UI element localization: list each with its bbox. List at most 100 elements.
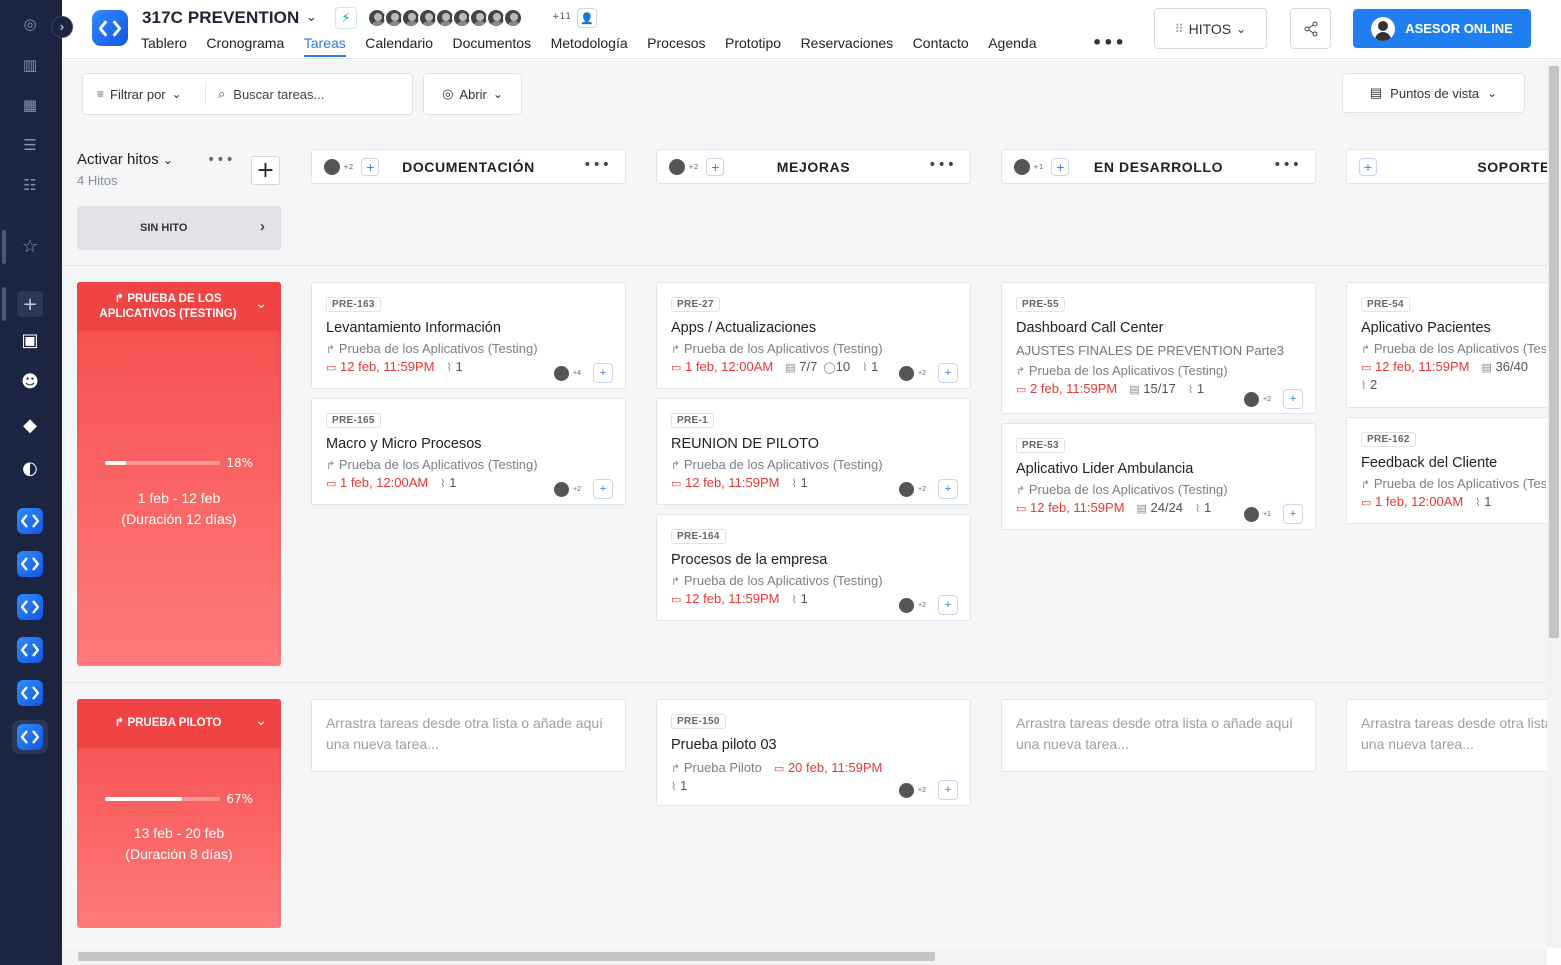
task-id: PRE-150 bbox=[671, 714, 726, 729]
tab-cronograma[interactable]: Cronograma bbox=[206, 35, 284, 57]
tab-calendario[interactable]: Calendario bbox=[365, 35, 433, 57]
team-icon[interactable]: ☻ bbox=[17, 369, 43, 395]
more-icon[interactable]: ••• bbox=[207, 152, 235, 168]
app-logo-icon[interactable] bbox=[17, 551, 43, 577]
column-header[interactable]: +2 + DOCUMENTACIÓN ••• bbox=[311, 149, 626, 184]
tab-documentos[interactable]: Documentos bbox=[453, 35, 532, 57]
avatar bbox=[554, 481, 570, 497]
drop-zone[interactable]: Arrastra tareas desde otra lista o añade… bbox=[1346, 699, 1547, 772]
chevron-down-icon[interactable]: ⌄ bbox=[255, 713, 267, 729]
tab-reservaciones[interactable]: Reservaciones bbox=[801, 35, 894, 57]
assignee-more: +1 bbox=[1263, 510, 1271, 518]
chart-icon[interactable]: ▥ bbox=[17, 52, 43, 78]
app-logo-icon[interactable] bbox=[17, 594, 43, 620]
more-icon[interactable]: ••• bbox=[1273, 157, 1301, 173]
add-user-icon[interactable]: + bbox=[1359, 158, 1377, 176]
add-milestone-button[interactable]: + bbox=[251, 156, 280, 185]
add-user-icon[interactable]: + bbox=[938, 363, 958, 383]
task-card[interactable]: PRE-163 Levantamiento Información ↱ Prue… bbox=[311, 282, 626, 389]
add-user-icon[interactable]: + bbox=[938, 479, 958, 499]
more-icon[interactable]: ••• bbox=[928, 157, 956, 173]
task-assignees[interactable]: +4 + bbox=[554, 363, 613, 383]
add-user-icon[interactable]: + bbox=[593, 479, 613, 499]
tab-tablero[interactable]: Tablero bbox=[141, 35, 187, 57]
drop-zone[interactable]: Arrastra tareas desde otra lista o añade… bbox=[311, 699, 626, 772]
app-logo-icon[interactable] bbox=[17, 724, 43, 750]
task-assignees[interactable]: +2 + bbox=[899, 780, 958, 800]
tab-metodologa[interactable]: Metodología bbox=[551, 35, 628, 57]
task-card[interactable]: PRE-53 Aplicativo Lider Ambulancia ↱ Pru… bbox=[1001, 423, 1316, 530]
compass-icon[interactable]: ◎ bbox=[17, 11, 43, 37]
app-logo-icon[interactable] bbox=[17, 508, 43, 534]
checklist-icon[interactable]: ☷ bbox=[17, 172, 43, 198]
task-card[interactable]: PRE-55 Dashboard Call Center AJUSTES FIN… bbox=[1001, 282, 1316, 414]
task-assignees[interactable]: +1 + bbox=[1244, 504, 1303, 524]
task-assignees[interactable]: +2 + bbox=[899, 595, 958, 615]
team-avatars[interactable] bbox=[367, 8, 523, 28]
calendar-icon[interactable]: ▦ bbox=[17, 92, 43, 118]
app-logo-icon[interactable] bbox=[17, 680, 43, 706]
add-user-icon[interactable]: + bbox=[1283, 504, 1303, 524]
tab-procesos[interactable]: Procesos bbox=[647, 35, 705, 57]
puntos-de-vista-button[interactable]: ▤ Puntos de vista ⌄ bbox=[1342, 73, 1525, 113]
task-card[interactable]: PRE-165 Macro y Micro Procesos ↱ Prueba … bbox=[311, 398, 626, 505]
bolt-icon[interactable]: ⚡ bbox=[335, 7, 357, 29]
search-input[interactable]: ⌕ Buscar tareas... bbox=[206, 86, 324, 102]
tab-agenda[interactable]: Agenda bbox=[988, 35, 1036, 57]
milestone-card[interactable]: ↱ PRUEBA DE LOS APLICATIVOS (TESTING) ⌄ … bbox=[77, 282, 281, 666]
task-assignees[interactable]: +2 + bbox=[899, 479, 958, 499]
git-icon[interactable]: ◆ bbox=[17, 412, 43, 438]
contacts-icon[interactable]: ▣ bbox=[17, 327, 43, 353]
avatar bbox=[1244, 391, 1260, 407]
activar-hitos-toggle[interactable]: Activar hitos ⌄ bbox=[77, 151, 173, 168]
project-title[interactable]: 317C PREVENTION bbox=[142, 8, 299, 28]
task-assignees[interactable]: +2 + bbox=[554, 479, 613, 499]
plus-icon[interactable]: + bbox=[17, 291, 43, 317]
task-card[interactable]: PRE-150 Prueba piloto 03 ↱ Prueba Piloto… bbox=[656, 699, 971, 806]
column-header[interactable]: +1 + EN DESARROLLO ••• bbox=[1001, 149, 1316, 184]
column-members[interactable]: + bbox=[1359, 158, 1377, 176]
more-icon[interactable]: ••• bbox=[1092, 33, 1126, 52]
share-button[interactable] bbox=[1290, 8, 1331, 49]
tab-contacto[interactable]: Contacto bbox=[913, 35, 969, 57]
add-user-icon[interactable]: 👤 bbox=[577, 8, 597, 28]
filter-button[interactable]: ≡ Filtrar por ⌄ bbox=[83, 82, 206, 106]
task-assignees[interactable]: +2 + bbox=[1244, 389, 1303, 409]
drop-zone[interactable]: Arrastra tareas desde otra lista o añade… bbox=[1001, 699, 1316, 772]
chevron-down-icon[interactable]: ⌄ bbox=[255, 296, 267, 312]
tab-tareas[interactable]: Tareas bbox=[303, 35, 346, 57]
task-meta: ⌇ 2 bbox=[1361, 377, 1546, 392]
refresh-icon[interactable]: ◐ bbox=[17, 455, 43, 481]
task-meta: ↱ Prueba Piloto ▭ 20 feb, 11:59PM bbox=[671, 760, 956, 775]
milestone-card[interactable]: ↱ PRUEBA PILOTO ⌄ 67% 13 feb - 20 feb (Du… bbox=[77, 699, 281, 928]
column-header[interactable]: + SOPORTE bbox=[1346, 149, 1547, 184]
collapse-sidebar-button[interactable]: › bbox=[51, 16, 73, 38]
list-icon[interactable]: ☰ bbox=[17, 132, 43, 158]
add-user-icon[interactable]: + bbox=[593, 363, 613, 383]
milestone-percent: 67% bbox=[226, 792, 253, 806]
hitos-button[interactable]: ⠿ HITOS ⌄ bbox=[1154, 8, 1267, 49]
task-card[interactable]: PRE-1 REUNION DE PILOTO ↱ Prueba de los … bbox=[656, 398, 971, 505]
abrir-button[interactable]: ◎ Abrir ⌄ bbox=[423, 73, 522, 115]
tab-prototipo[interactable]: Prototipo bbox=[725, 35, 781, 57]
add-user-icon[interactable]: + bbox=[938, 780, 958, 800]
app-logo-icon[interactable] bbox=[17, 637, 43, 663]
project-nav: Tablero Cronograma Tareas Calendario Documen… bbox=[141, 35, 1056, 57]
column-header[interactable]: +2 + MEJORAS ••• bbox=[656, 149, 971, 184]
horizontal-scrollbar[interactable] bbox=[62, 948, 1547, 965]
task-card[interactable]: PRE-164 Procesos de la empresa ↱ Prueba … bbox=[656, 514, 971, 621]
chevron-down-icon[interactable]: ⌄ bbox=[306, 10, 317, 25]
add-user-icon[interactable]: + bbox=[1283, 389, 1303, 409]
add-user-icon[interactable]: + bbox=[938, 595, 958, 615]
task-assignees[interactable]: +2 + bbox=[899, 363, 958, 383]
task-card[interactable]: PRE-162 Feedback del Cliente ↱ Prueba de… bbox=[1346, 417, 1547, 524]
task-title: Apps / Actualizaciones bbox=[671, 320, 817, 336]
due-date: ▭ 20 feb, 11:59PM bbox=[773, 760, 883, 775]
sin-hito-button[interactable]: SIN HITO › bbox=[77, 206, 281, 250]
asesor-online-button[interactable]: ASESOR ONLINE bbox=[1353, 9, 1531, 48]
task-card[interactable]: PRE-54 Aplicativo Pacientes ↱ Prueba de … bbox=[1346, 282, 1547, 408]
vertical-scrollbar[interactable] bbox=[1547, 60, 1561, 948]
star-icon[interactable]: ☆ bbox=[17, 233, 43, 259]
more-icon[interactable]: ••• bbox=[583, 157, 611, 173]
task-card[interactable]: PRE-27 Apps / Actualizaciones ↱ Prueba d… bbox=[656, 282, 971, 389]
